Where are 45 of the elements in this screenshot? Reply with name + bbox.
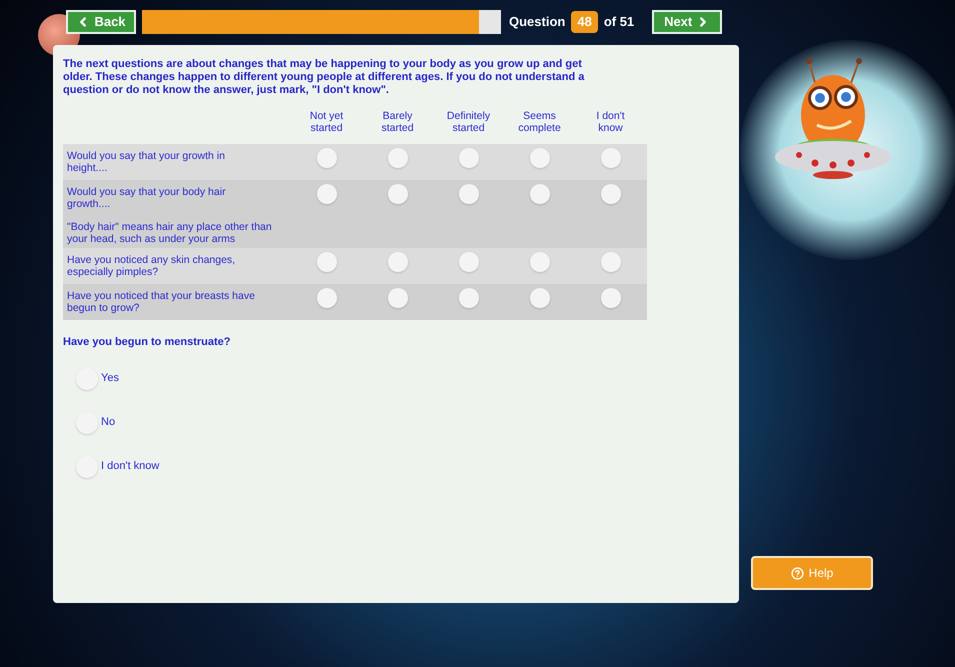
radio-button[interactable] bbox=[388, 148, 408, 168]
option-label: No bbox=[101, 415, 116, 430]
question-number: 48 bbox=[571, 11, 598, 33]
radio-button[interactable] bbox=[316, 252, 336, 272]
radio-button[interactable] bbox=[600, 148, 620, 168]
help-button[interactable]: Help bbox=[751, 556, 873, 590]
column-header: I don't know bbox=[595, 110, 626, 134]
radio-button[interactable] bbox=[76, 456, 98, 478]
radio-button[interactable] bbox=[458, 252, 478, 272]
question-label: Question bbox=[509, 13, 566, 32]
intro-text: The next questions are about changes that may be happening to your body as you grow up and get older. These changes happen to different young people at different ages. If you do not understand a question or do not know the answer, just mark, "I don't know". bbox=[63, 58, 586, 97]
radio-button[interactable] bbox=[388, 288, 408, 308]
question-text: Have you noticed any skin changes, especially pimples? bbox=[66, 254, 236, 278]
question-prompt: Have you begun to menstruate? bbox=[63, 335, 232, 350]
radio-button[interactable] bbox=[458, 184, 478, 204]
question-text: Would you say that your body hair growth.... bbox=[66, 186, 227, 210]
radio-button[interactable] bbox=[76, 412, 98, 434]
help-icon bbox=[790, 566, 804, 580]
radio-button[interactable] bbox=[530, 288, 550, 308]
note-text: "Body hair" means hair any place other than your head, such as under your arms bbox=[66, 221, 273, 245]
radio-button[interactable] bbox=[458, 288, 478, 308]
radio-button[interactable] bbox=[316, 288, 336, 308]
radio-button[interactable] bbox=[600, 288, 620, 308]
column-header: Barely started bbox=[380, 110, 415, 134]
radio-button[interactable] bbox=[530, 184, 550, 204]
radio-button[interactable] bbox=[388, 252, 408, 272]
back-button[interactable]: Back bbox=[66, 10, 136, 34]
option-label: Yes bbox=[101, 371, 119, 386]
radio-button[interactable] bbox=[600, 252, 620, 272]
question-text: Have you noticed that your breasts have begun to grow? bbox=[66, 290, 256, 314]
radio-button[interactable] bbox=[316, 184, 336, 204]
question-text: Would you say that your growth in height.... bbox=[66, 150, 226, 174]
column-header: Seems complete bbox=[517, 110, 562, 134]
column-header: Not yet started bbox=[308, 110, 344, 134]
question-total: of 51 bbox=[604, 13, 634, 32]
radio-button[interactable] bbox=[530, 252, 550, 272]
radio-button[interactable] bbox=[600, 184, 620, 204]
column-header: Definitely started bbox=[446, 110, 492, 134]
option-label: I don't know bbox=[101, 459, 160, 474]
radio-button[interactable] bbox=[316, 148, 336, 168]
radio-button[interactable] bbox=[530, 148, 550, 168]
radio-button[interactable] bbox=[76, 368, 98, 390]
radio-button[interactable] bbox=[458, 148, 478, 168]
radio-button[interactable] bbox=[388, 184, 408, 204]
next-button[interactable]: Next bbox=[652, 10, 722, 34]
